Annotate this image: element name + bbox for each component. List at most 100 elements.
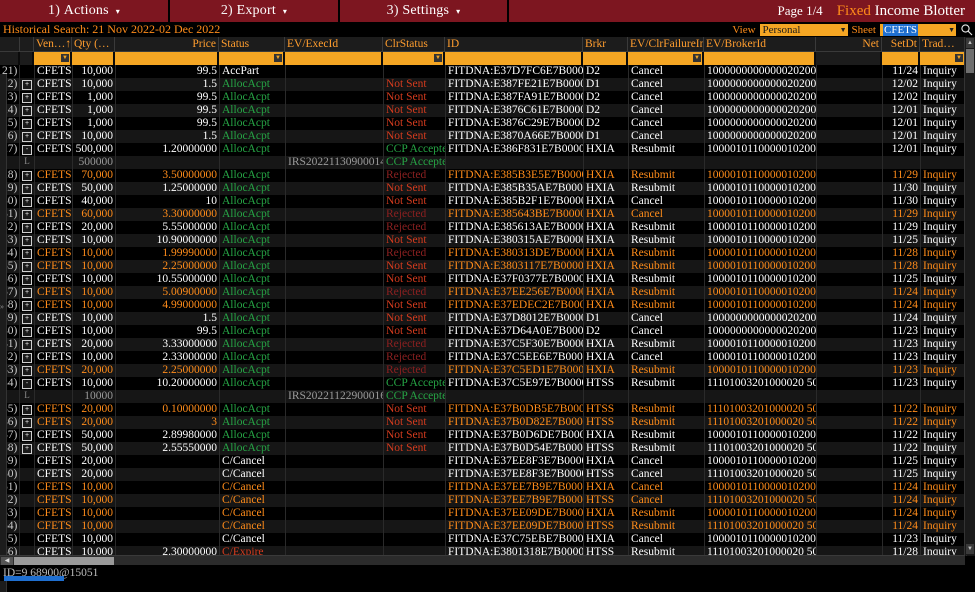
- cell-vendor[interactable]: CFETS: [35, 403, 73, 416]
- cell-vendor[interactable]: CFETS: [35, 247, 73, 260]
- expand-row-icon[interactable]: +: [22, 365, 32, 376]
- cell-exec-id[interactable]: [286, 169, 384, 182]
- cell-net[interactable]: [817, 377, 883, 390]
- cell-exec-id[interactable]: IRS20221122900016: [286, 390, 384, 403]
- cell-status[interactable]: AllocAcpt: [220, 104, 286, 117]
- cell-clr-failure-info[interactable]: Resubmit: [629, 507, 705, 520]
- collapse-row-icon[interactable]: -: [22, 378, 32, 389]
- expand-row-icon[interactable]: +: [22, 118, 32, 129]
- cell-clr-failure-info[interactable]: Cancel: [629, 494, 705, 507]
- cell-vendor[interactable]: CFETS: [35, 416, 73, 429]
- cell-vendor[interactable]: CFETS: [35, 429, 73, 442]
- cell-net[interactable]: [817, 507, 883, 520]
- column-header-blank-1[interactable]: [20, 37, 34, 51]
- cell-vendor[interactable]: CFETS: [35, 91, 73, 104]
- cell-price[interactable]: 1.5: [116, 78, 220, 91]
- cell-trade-type[interactable]: Inquiry: [921, 221, 967, 234]
- cell-id[interactable]: FITDNA:E380315AE7B00003: [446, 234, 584, 247]
- cell-clr-failure-info[interactable]: Resubmit: [629, 182, 705, 195]
- cell-clr-status[interactable]: Not Sent: [384, 91, 446, 104]
- filter-input-setdt[interactable]: [882, 52, 920, 65]
- cell-price[interactable]: 10.55000000: [116, 273, 220, 286]
- cell-clr-failure-info[interactable]: Resubmit: [629, 286, 705, 299]
- cell-settle-date[interactable]: 12/02: [883, 91, 921, 104]
- cell-quantity[interactable]: 500000: [73, 156, 116, 169]
- cell-clr-failure-info[interactable]: Resubmit: [629, 442, 705, 455]
- cell-broker[interactable]: D1: [584, 78, 629, 91]
- cell-id[interactable]: FITDNA:E37EE09DE7B00003: [446, 507, 584, 520]
- view-dropdown[interactable]: Personal ▼: [759, 23, 848, 36]
- chevron-down-icon[interactable]: ▼: [434, 54, 442, 62]
- cell-trade-type[interactable]: Inquiry: [921, 130, 967, 143]
- cell-quantity[interactable]: 10,000: [73, 325, 116, 338]
- cell-clr-failure-info[interactable]: Resubmit: [629, 416, 705, 429]
- cell-clr-failure-info[interactable]: Cancel: [629, 325, 705, 338]
- cell-exec-id[interactable]: [286, 299, 384, 312]
- cell-exec-id[interactable]: [286, 208, 384, 221]
- cell-quantity[interactable]: 10,000: [73, 78, 116, 91]
- cell-vendor[interactable]: CFETS: [35, 338, 73, 351]
- expand-row-icon[interactable]: +: [22, 287, 32, 298]
- cell-clr-failure-info[interactable]: Cancel: [629, 91, 705, 104]
- cell-trade-type[interactable]: Inquiry: [921, 260, 967, 273]
- cell-settle-date[interactable]: 11/22: [883, 442, 921, 455]
- cell-clr-failure-info[interactable]: Cancel: [629, 455, 705, 468]
- table-row[interactable]: 34) + CFETS 10,000 1.99990000 AllocAcpt Reject…: [0, 247, 975, 260]
- cell-quantity[interactable]: 10,000: [73, 377, 116, 390]
- cell-status[interactable]: AllocAcpt: [220, 273, 286, 286]
- expand-row-icon[interactable]: +: [22, 443, 32, 454]
- cell-exec-id[interactable]: [286, 247, 384, 260]
- cell-broker[interactable]: HTSS: [584, 416, 629, 429]
- cell-broker-id[interactable]: 10000101100000102001: [705, 429, 817, 442]
- cell-id[interactable]: FITDNA:E37B0DB5E7B00002: [446, 403, 584, 416]
- cell-status[interactable]: [220, 390, 286, 403]
- cell-vendor[interactable]: CFETS: [35, 260, 73, 273]
- cell-settle-date[interactable]: 11/24: [883, 286, 921, 299]
- expand-row-icon[interactable]: +: [22, 131, 32, 142]
- cell-quantity[interactable]: 10,000: [73, 260, 116, 273]
- cell-status[interactable]: C/Cancel: [220, 468, 286, 481]
- cell-trade-type[interactable]: Inquiry: [921, 104, 967, 117]
- cell-exec-id[interactable]: [286, 234, 384, 247]
- expand-row-icon[interactable]: +: [22, 352, 32, 363]
- cell-broker[interactable]: HTSS: [584, 442, 629, 455]
- cell-price[interactable]: 0.10000000: [116, 403, 220, 416]
- cell-id[interactable]: FITDNA:E37EE8F3E7B00002: [446, 468, 584, 481]
- cell-net[interactable]: [817, 364, 883, 377]
- cell-vendor[interactable]: CFETS: [35, 286, 73, 299]
- chevron-down-icon[interactable]: ▼: [955, 54, 963, 62]
- column-header-setdt[interactable]: SetDt: [882, 37, 920, 51]
- column-header-clrstatus[interactable]: ClrStatus: [383, 37, 445, 51]
- cell-quantity[interactable]: 20,000: [73, 338, 116, 351]
- table-row[interactable]: 30) + CFETS 40,000 10 AllocAcpt Not Sent FITDNA…: [0, 195, 975, 208]
- cell-clr-failure-info[interactable]: Resubmit: [629, 364, 705, 377]
- cell-clr-failure-info[interactable]: Resubmit: [629, 520, 705, 533]
- expand-row-icon[interactable]: +: [22, 430, 32, 441]
- cell-broker[interactable]: [584, 156, 629, 169]
- cell-clr-status[interactable]: Rejected: [384, 247, 446, 260]
- cell-clr-status[interactable]: CCP Accepted: [384, 390, 446, 403]
- cell-broker-id[interactable]: 10000101100000102001: [705, 286, 817, 299]
- cell-clr-failure-info[interactable]: Resubmit: [629, 169, 705, 182]
- expand-row-icon[interactable]: +: [22, 326, 32, 337]
- cell-broker-id[interactable]: 11101003201000020 5011: [705, 520, 817, 533]
- cell-settle-date[interactable]: 11/28: [883, 247, 921, 260]
- cell-broker-id[interactable]: 11101003201000020 5011: [705, 377, 817, 390]
- cell-clr-status[interactable]: CCP Accepted: [384, 156, 446, 169]
- cell-clr-failure-info[interactable]: Cancel: [629, 351, 705, 364]
- cell-broker-id[interactable]: 10000000000000202002: [705, 78, 817, 91]
- cell-settle-date[interactable]: 11/23: [883, 533, 921, 546]
- expand-row-icon[interactable]: +: [22, 222, 32, 233]
- cell-clr-status[interactable]: Not Sent: [384, 182, 446, 195]
- cell-quantity[interactable]: 10,000: [73, 286, 116, 299]
- filter-input-ev-clrfailurein[interactable]: ▼: [628, 52, 704, 65]
- cell-broker-id[interactable]: 10000101100000102001: [705, 169, 817, 182]
- cell-price[interactable]: 3: [116, 416, 220, 429]
- cell-id[interactable]: FITDNA:E385B3E5E7B00003: [446, 169, 584, 182]
- cell-quantity[interactable]: 20,000: [73, 455, 116, 468]
- cell-broker-id[interactable]: 10000101100000102001: [705, 299, 817, 312]
- cell-id[interactable]: FITDNA:E3876C29E7B00003: [446, 117, 584, 130]
- cell-broker[interactable]: HTSS: [584, 520, 629, 533]
- cell-quantity[interactable]: 1,000: [73, 104, 116, 117]
- cell-price[interactable]: 1.99990000: [116, 247, 220, 260]
